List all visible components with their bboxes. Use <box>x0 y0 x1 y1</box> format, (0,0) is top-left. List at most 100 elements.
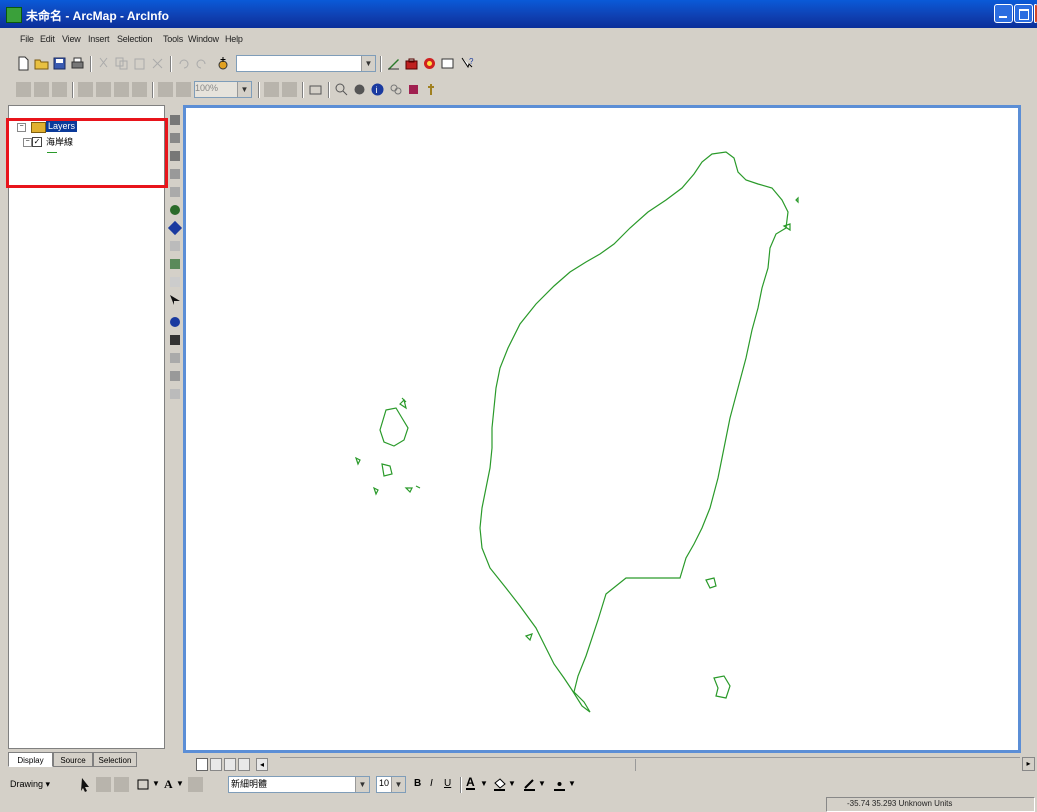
chevron-down-icon[interactable]: ▼ <box>480 779 488 788</box>
back-extent-icon[interactable] <box>167 220 183 236</box>
line-color-icon[interactable] <box>522 777 537 792</box>
coastline-map[interactable] <box>186 108 1018 750</box>
italic-button[interactable]: I <box>430 778 433 789</box>
menu-help[interactable]: Help <box>225 34 243 44</box>
chevron-down-icon[interactable]: ▼ <box>361 56 375 71</box>
orchid-island[interactable] <box>713 675 731 699</box>
arccatalog-icon[interactable] <box>422 56 437 71</box>
menu-edit[interactable]: Edit <box>40 34 55 44</box>
go-forward-extent-icon[interactable] <box>176 82 191 97</box>
menu-insert[interactable]: Insert <box>88 34 110 44</box>
select-features-icon[interactable] <box>406 82 421 97</box>
tab-source[interactable]: Source <box>53 752 93 767</box>
chevron-down-icon[interactable]: ▼ <box>508 779 516 788</box>
zoom-100-icon[interactable] <box>96 82 111 97</box>
zoom-in-layout-icon[interactable] <box>16 82 31 97</box>
chevron-down-icon[interactable]: ▼ <box>391 777 405 792</box>
menu-file[interactable]: File <box>20 34 34 44</box>
pan-icon[interactable] <box>352 82 367 97</box>
new-text-icon[interactable]: A <box>164 777 173 792</box>
chevron-down-icon[interactable]: ▼ <box>176 779 184 788</box>
pan-tool-icon[interactable] <box>170 187 180 197</box>
penghu-small-islets[interactable] <box>354 397 421 496</box>
zoom-in-icon[interactable] <box>334 82 349 97</box>
delete-icon[interactable] <box>150 56 165 71</box>
menu-tools[interactable]: Tools <box>163 34 183 44</box>
font-color-icon[interactable]: A <box>466 776 475 790</box>
hyperlink-tool-icon[interactable] <box>170 353 180 363</box>
cut-icon[interactable] <box>96 56 111 71</box>
chevron-down-icon[interactable]: ▼ <box>152 779 160 788</box>
focus-data-frame-icon[interactable] <box>282 82 297 97</box>
map-display[interactable] <box>183 105 1021 753</box>
data-view-icon[interactable] <box>196 758 208 771</box>
taiwan-coastline[interactable] <box>479 151 789 713</box>
penghu-islands[interactable] <box>379 398 409 477</box>
copy-icon[interactable] <box>114 56 129 71</box>
chevron-down-icon[interactable]: ▼ <box>355 777 369 792</box>
select-elements-pointer-icon[interactable] <box>78 777 93 792</box>
new-document-icon[interactable] <box>16 56 31 71</box>
zoom-in-tool-icon[interactable] <box>170 115 180 125</box>
save-icon[interactable] <box>52 56 67 71</box>
find-tool-icon[interactable] <box>170 335 180 345</box>
select-pointer-icon[interactable] <box>170 295 180 305</box>
zoom-to-selected-icon[interactable] <box>114 777 129 792</box>
full-extent-icon[interactable] <box>170 205 180 215</box>
zoom-whole-page-icon[interactable] <box>78 82 93 97</box>
fill-color-icon[interactable] <box>492 777 507 792</box>
zoom-out-tool-icon[interactable] <box>170 133 180 143</box>
redo-icon[interactable] <box>194 56 209 71</box>
scroll-left-icon[interactable]: ◂ <box>256 758 268 771</box>
underline-button[interactable]: U <box>444 778 451 789</box>
go-to-xy-icon[interactable] <box>170 371 180 381</box>
select-elements-icon[interactable] <box>170 259 180 269</box>
tab-selection[interactable]: Selection <box>93 752 137 767</box>
menu-window[interactable]: Window <box>188 34 219 44</box>
paste-icon[interactable] <box>132 56 147 71</box>
fixed-zoom-in-tool-icon[interactable] <box>170 151 180 161</box>
fixed-zoom-in-icon[interactable] <box>114 82 129 97</box>
menu-view[interactable]: View <box>62 34 81 44</box>
refresh-view-icon[interactable] <box>224 758 236 771</box>
horizontal-scrollbar[interactable] <box>280 757 1020 772</box>
whats-this-help-icon[interactable]: ? <box>460 56 475 71</box>
open-folder-icon[interactable] <box>34 56 49 71</box>
editor-toolbar-icon[interactable] <box>386 56 401 71</box>
menu-selection[interactable]: Selection <box>117 34 152 44</box>
liuqiu-island[interactable] <box>524 633 533 642</box>
scroll-thumb[interactable] <box>635 759 640 771</box>
rectangle-icon[interactable] <box>136 777 151 792</box>
font-size-combobox[interactable]: 10 ▼ <box>376 776 406 793</box>
pan-layout-icon[interactable] <box>52 82 67 97</box>
drawing-menu[interactable]: Drawing ▾ <box>10 779 50 790</box>
edit-vertices-icon[interactable] <box>188 777 203 792</box>
scroll-right-icon[interactable]: ▸ <box>1022 757 1035 771</box>
minimize-button[interactable] <box>994 4 1013 23</box>
undo-icon[interactable] <box>176 56 191 71</box>
maximize-button[interactable] <box>1014 4 1033 23</box>
identify-tool-icon[interactable] <box>170 317 180 327</box>
chevron-down-icon[interactable]: ▼ <box>237 82 251 97</box>
command-line-icon[interactable] <box>440 56 455 71</box>
identify-icon[interactable]: i <box>370 82 385 97</box>
font-name-combobox[interactable]: 新細明體 ▼ <box>228 776 370 793</box>
fixed-zoom-out-icon[interactable] <box>132 82 147 97</box>
change-layout-icon[interactable] <box>308 82 323 97</box>
go-back-extent-icon[interactable] <box>158 82 173 97</box>
chevron-down-icon[interactable]: ▼ <box>538 779 546 788</box>
tab-display[interactable]: Display <box>8 752 53 767</box>
find-icon[interactable] <box>388 82 403 97</box>
print-icon[interactable] <box>70 56 85 71</box>
toggle-draft-mode-icon[interactable] <box>264 82 279 97</box>
time-slider-icon[interactable] <box>170 389 180 399</box>
rotate-icon[interactable] <box>96 777 111 792</box>
green-island[interactable] <box>705 577 717 589</box>
bold-button[interactable]: B <box>414 778 421 789</box>
pause-drawing-icon[interactable] <box>238 758 250 771</box>
layout-zoom-combobox[interactable]: 100% ▼ <box>194 81 252 98</box>
chevron-down-icon[interactable]: ▼ <box>568 779 576 788</box>
zoom-out-layout-icon[interactable] <box>34 82 49 97</box>
forward-extent-icon[interactable] <box>170 241 180 251</box>
arctoolbox-icon[interactable] <box>404 56 419 71</box>
